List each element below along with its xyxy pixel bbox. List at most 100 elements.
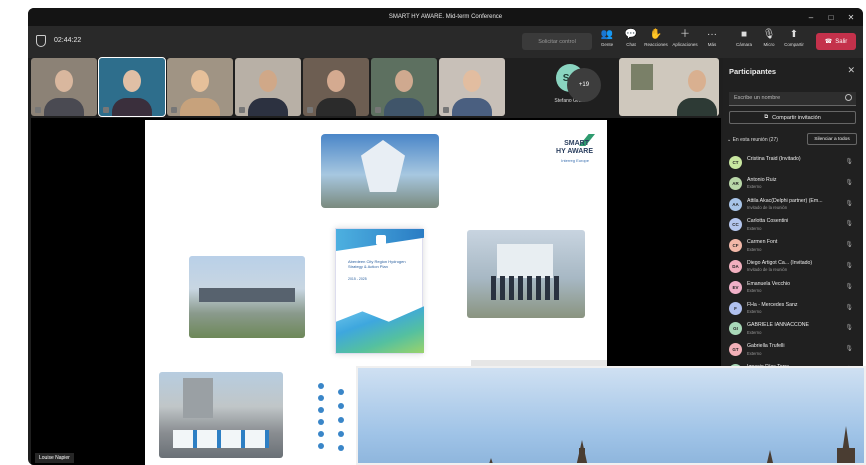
mic-off-icon xyxy=(307,107,313,113)
mic-off-icon[interactable]: 🎙 xyxy=(845,304,853,311)
mic-off-icon xyxy=(375,107,381,113)
video-strip: SG Stefano Gra... +19 xyxy=(31,57,721,117)
more-participants-badge[interactable]: +19 xyxy=(567,68,601,102)
logo-text-smart: SMART xyxy=(564,140,589,147)
logo-subtitle: Interreg Europe xyxy=(561,158,589,163)
invite-icon: ⧉ xyxy=(764,114,769,120)
participant-face xyxy=(688,70,706,92)
participant-list: CT Cristina Traid (Invitado) 🎙 AR Antonio Ru… xyxy=(727,153,861,382)
avatar: CC xyxy=(729,218,742,232)
participant-body xyxy=(677,98,717,116)
request-control-button[interactable]: Solicitar control xyxy=(522,33,592,50)
buses-row xyxy=(173,430,269,448)
avatar: F xyxy=(729,301,742,315)
cathedral-spires xyxy=(489,426,855,463)
mic-off-icon[interactable]: 🎙 xyxy=(845,179,853,186)
participant-role: Externo xyxy=(747,288,762,294)
participant-body xyxy=(248,98,288,116)
station-canopy xyxy=(361,140,405,192)
participant-name: Attila Akac(Delphi partner) (Em... xyxy=(747,197,823,204)
participant-face xyxy=(123,70,141,92)
close-window-icon[interactable]: ✕ xyxy=(841,13,861,22)
exhibition-centre-photo xyxy=(189,256,305,338)
strategy-brochure: Aberdeen City Region Hydrogen Strategy &… xyxy=(335,228,424,354)
chat-button[interactable]: 💬 Chat xyxy=(618,29,644,55)
share-invite-button[interactable]: ⧉ Compartir invitación xyxy=(729,111,856,124)
participant-video-tile[interactable] xyxy=(31,58,97,116)
participant-body xyxy=(112,98,152,116)
more-label: Más xyxy=(707,42,717,47)
participant-body xyxy=(180,98,220,116)
participant-row[interactable]: DA Diego Artigot Ca... (Invitado) Invitado… xyxy=(727,257,861,278)
reactions-icon: ✋ xyxy=(649,29,663,40)
participant-role: Invitado de la reunión xyxy=(747,267,788,273)
participant-row[interactable]: CC Carlotta Cosentini Externo 🎙 xyxy=(727,215,861,236)
participant-row[interactable]: EV Emanuela Vecchio Externo 🎙 xyxy=(727,278,861,299)
apps-label: Aplicaciones xyxy=(672,42,698,47)
participant-row[interactable]: AA Attila Akac(Delphi partner) (Em... Invi… xyxy=(727,195,861,216)
mic-icon: 🎙 xyxy=(762,29,776,40)
in-meeting-count: En esta reunión (27) xyxy=(732,137,778,143)
leave-button[interactable]: ☎ Salir xyxy=(816,33,856,50)
participant-video-tile[interactable] xyxy=(439,58,505,116)
mic-off-icon[interactable]: 🎙 xyxy=(845,262,853,269)
people-icon: 👥 xyxy=(600,29,614,40)
more-button[interactable]: ··· Más xyxy=(699,29,725,55)
reactions-label: Reacciones xyxy=(644,42,668,47)
meeting-timer: 02:44:22 xyxy=(54,37,82,44)
mic-off-icon[interactable]: 🎙 xyxy=(845,158,853,165)
search-icon xyxy=(845,94,852,101)
participant-role: Externo xyxy=(747,246,762,252)
people-label: Gente xyxy=(600,42,614,47)
participant-role: Externo xyxy=(747,329,762,335)
participant-body xyxy=(44,98,84,116)
participant-video-tile[interactable] xyxy=(303,58,369,116)
avatar: GI xyxy=(729,322,742,336)
in-meeting-header[interactable]: ⌄ En esta reunión (27) xyxy=(727,137,778,143)
mic-label: Micro xyxy=(763,42,775,47)
participant-video-tile[interactable] xyxy=(371,58,437,116)
brochure-logo xyxy=(376,235,386,245)
participant-row[interactable]: GI GABRIELE IANNACCONE Externo 🎙 xyxy=(727,319,861,340)
participant-row[interactable]: CT Cristina Traid (Invitado) 🎙 xyxy=(727,153,861,174)
people-button[interactable]: 👥 Gente xyxy=(594,29,620,55)
reactions-button[interactable]: ✋ Reacciones xyxy=(643,29,669,55)
minimize-icon[interactable]: – xyxy=(801,13,821,22)
close-icon[interactable]: ✕ xyxy=(847,65,855,76)
mic-off-icon[interactable]: 🎙 xyxy=(845,220,853,227)
share-icon: ⬆ xyxy=(789,29,799,40)
smart-hy-aware-logo: SMART HY AWARE Interreg Europe xyxy=(533,134,595,170)
participant-body xyxy=(316,98,356,116)
brochure-title: Aberdeen City Region Hydrogen Strategy &… xyxy=(348,259,406,269)
participant-row[interactable]: CF Carmen Font Externo 🎙 xyxy=(727,236,861,257)
camera-button[interactable]: ■ Cámara xyxy=(731,29,757,55)
self-video-tile[interactable] xyxy=(619,58,719,116)
mic-off-icon[interactable]: 🎙 xyxy=(845,324,853,331)
participant-video-tile[interactable] xyxy=(235,58,301,116)
cathedral-photo-overlay xyxy=(356,366,866,465)
participant-face xyxy=(327,70,345,92)
mic-button[interactable]: 🎙 Micro xyxy=(756,29,782,55)
granite-building xyxy=(183,378,213,418)
participant-name: FHa - Mercedes Sanz xyxy=(747,301,798,308)
mic-off-icon[interactable]: 🎙 xyxy=(845,283,853,290)
mic-off-icon[interactable]: 🎙 xyxy=(845,200,853,207)
participant-name: Carmen Font xyxy=(747,239,778,246)
maximize-icon[interactable]: □ xyxy=(821,13,841,22)
avatar: CT xyxy=(729,156,742,169)
participant-search-input[interactable]: Escribe un nombre xyxy=(729,92,856,106)
mic-off-icon[interactable]: 🎙 xyxy=(845,241,853,248)
participant-row[interactable]: F FHa - Mercedes Sanz Externo 🎙 xyxy=(727,299,861,320)
apps-button[interactable]: ＋ Aplicaciones xyxy=(672,29,698,55)
participant-role: Externo xyxy=(747,225,762,231)
participant-row[interactable]: GT Gabriella Trufelli Externo 🎙 xyxy=(727,340,861,361)
share-button[interactable]: ⬆ Compartir xyxy=(781,29,807,55)
invite-label: Compartir invitación xyxy=(772,114,821,121)
mute-all-button[interactable]: Silenciar a todos xyxy=(807,133,857,145)
participant-video-tile[interactable] xyxy=(167,58,233,116)
participant-row[interactable]: AR Antonio Ruiz Externo 🎙 xyxy=(727,174,861,195)
mic-off-icon[interactable]: 🎙 xyxy=(845,345,853,352)
participant-name: Carlotta Cosentini xyxy=(747,218,789,225)
participant-video-tile-active[interactable] xyxy=(98,57,166,117)
mic-off-icon xyxy=(443,107,449,113)
